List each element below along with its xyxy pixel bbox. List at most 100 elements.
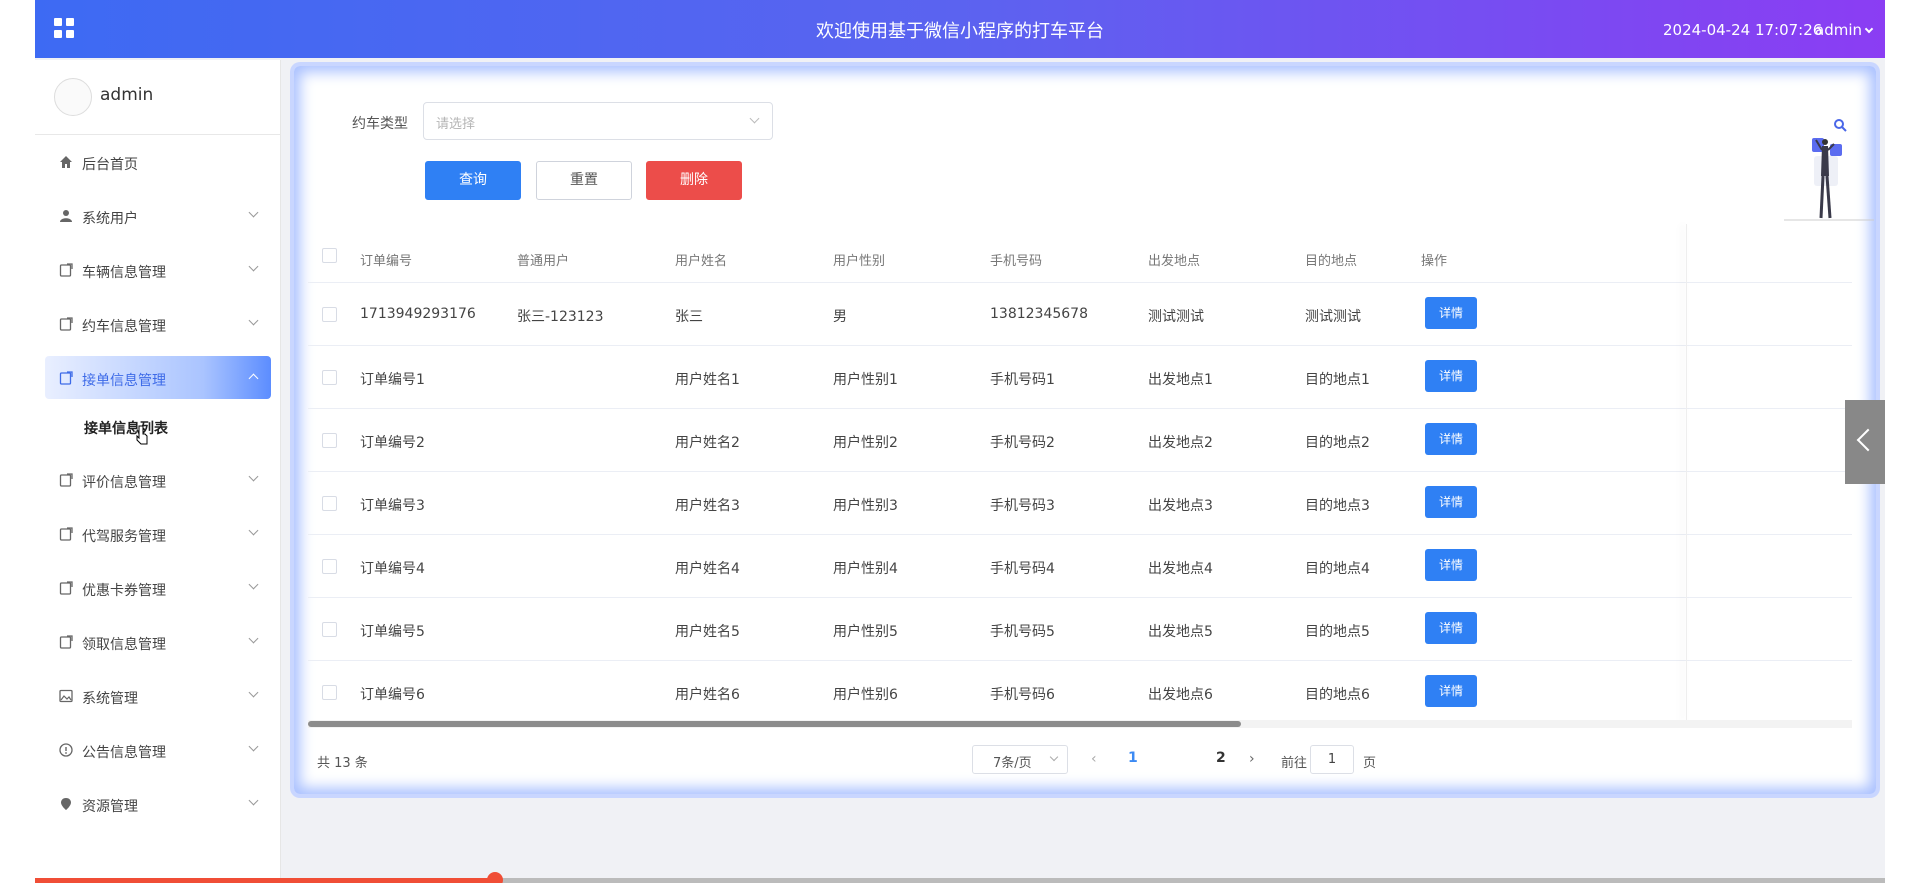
table-cell: 手机号码4 bbox=[990, 561, 1055, 577]
document-icon bbox=[59, 635, 73, 649]
sidebar-item-label: 车辆信息管理 bbox=[82, 265, 166, 281]
table-cell: 目的地点4 bbox=[1305, 561, 1370, 577]
search-illustration-icon bbox=[1784, 119, 1874, 221]
table-cell: 订单编号4 bbox=[360, 561, 425, 577]
image-icon bbox=[59, 689, 73, 703]
query-button[interactable]: 查询 bbox=[425, 161, 521, 200]
main-panel: 约车类型 请选择 查询 重置 删除 订单编号 普通用户 用户姓名 用户性别 手机号码 出发… bbox=[294, 66, 1876, 794]
page-1-button[interactable]: 1 bbox=[1128, 750, 1138, 766]
sidebar-subitem[interactable]: 接单信息列表 bbox=[35, 405, 280, 453]
delete-button[interactable]: 删除 bbox=[646, 161, 742, 200]
progress-handle[interactable] bbox=[487, 872, 503, 883]
table-cell: 用户性别4 bbox=[833, 561, 898, 577]
fixed-column-divider bbox=[1686, 224, 1687, 724]
table-cell: 订单编号6 bbox=[360, 687, 425, 703]
table-cell: 用户姓名6 bbox=[675, 687, 740, 703]
table-cell: 用户姓名3 bbox=[675, 498, 740, 514]
sidebar-item[interactable]: 评价信息管理 bbox=[35, 453, 280, 507]
reset-button[interactable]: 重置 bbox=[536, 161, 632, 200]
column-header: 用户性别 bbox=[833, 254, 886, 269]
progress-fill bbox=[35, 878, 495, 883]
sidebar-item-label: 接单信息管理 bbox=[82, 373, 166, 389]
page-size-select[interactable]: 7条/页 bbox=[972, 745, 1068, 774]
table-cell: 出发地点1 bbox=[1148, 372, 1213, 388]
row-checkbox[interactable] bbox=[322, 685, 337, 700]
table-cell: 用户性别3 bbox=[833, 498, 898, 514]
sidebar-item[interactable]: 接单信息管理 bbox=[35, 351, 280, 405]
table-cell: 订单编号5 bbox=[360, 624, 425, 640]
table-cell: 13812345678 bbox=[990, 306, 1088, 322]
detail-button[interactable]: 详情 bbox=[1425, 423, 1477, 455]
user-menu[interactable]: admin bbox=[1815, 21, 1874, 39]
detail-button[interactable]: 详情 bbox=[1425, 549, 1477, 581]
row-checkbox[interactable] bbox=[322, 559, 337, 574]
user-icon bbox=[59, 209, 73, 223]
table-cell: 手机号码2 bbox=[990, 435, 1055, 451]
chevron-left-icon bbox=[1856, 428, 1880, 452]
filter-label: 约车类型 bbox=[352, 116, 408, 132]
detail-button[interactable]: 详情 bbox=[1425, 486, 1477, 518]
sidebar-item[interactable]: 后台首页 bbox=[35, 135, 280, 189]
detail-button[interactable]: 详情 bbox=[1425, 675, 1477, 707]
table-cell: 目的地点1 bbox=[1305, 372, 1370, 388]
document-icon bbox=[59, 263, 73, 277]
row-checkbox[interactable] bbox=[322, 496, 337, 511]
sidebar-item[interactable]: 系统用户 bbox=[35, 189, 280, 243]
detail-button[interactable]: 详情 bbox=[1425, 612, 1477, 644]
table-row: 1713949293176 张三-123123 张三 男 13812345678 测试测试… bbox=[308, 283, 1852, 346]
sidebar-item[interactable]: 系统管理 bbox=[35, 669, 280, 723]
page-2-button[interactable]: 2 bbox=[1216, 750, 1226, 766]
table-cell: 目的地点2 bbox=[1305, 435, 1370, 451]
detail-button[interactable]: 详情 bbox=[1425, 297, 1477, 329]
table-cell: 订单编号2 bbox=[360, 435, 425, 451]
column-header: 操作 bbox=[1421, 254, 1448, 269]
sidebar-item[interactable]: 车辆信息管理 bbox=[35, 243, 280, 297]
prev-page-button[interactable]: ‹ bbox=[1091, 751, 1097, 767]
goto-suffix: 页 bbox=[1363, 756, 1377, 771]
table-cell: 手机号码5 bbox=[990, 624, 1055, 640]
table-cell: 张三-123123 bbox=[517, 309, 604, 325]
ride-type-select[interactable]: 请选择 bbox=[423, 102, 773, 140]
current-datetime: 2024-04-24 17:07:26 bbox=[1663, 21, 1823, 39]
table-cell: 出发地点4 bbox=[1148, 561, 1213, 577]
info-icon bbox=[59, 743, 73, 757]
sidebar-item[interactable]: 优惠卡券管理 bbox=[35, 561, 280, 615]
avatar bbox=[54, 78, 92, 116]
column-header: 目的地点 bbox=[1305, 254, 1358, 269]
table-row: 订单编号1 用户姓名1 用户性别1 手机号码1 出发地点1 目的地点1 详情 bbox=[308, 346, 1852, 409]
mouse-cursor-icon bbox=[136, 425, 148, 445]
table-cell: 用户姓名1 bbox=[675, 372, 740, 388]
table-cell: 目的地点3 bbox=[1305, 498, 1370, 514]
row-checkbox[interactable] bbox=[322, 433, 337, 448]
column-header: 普通用户 bbox=[517, 254, 570, 269]
chevron-down-icon bbox=[248, 633, 259, 644]
table-cell: 用户姓名4 bbox=[675, 561, 740, 577]
detail-button[interactable]: 详情 bbox=[1425, 360, 1477, 392]
app-title: 欢迎使用基于微信小程序的打车平台 bbox=[816, 21, 1104, 42]
document-icon bbox=[59, 317, 73, 331]
row-checkbox[interactable] bbox=[322, 622, 337, 637]
row-checkbox[interactable] bbox=[322, 370, 337, 385]
chevron-down-icon bbox=[248, 315, 259, 326]
row-checkbox[interactable] bbox=[322, 307, 337, 322]
scrollbar-thumb[interactable] bbox=[308, 721, 1241, 727]
sidebar-item-label: 系统用户 bbox=[82, 211, 138, 227]
horizontal-scrollbar[interactable] bbox=[308, 720, 1852, 728]
table-row: 订单编号4 用户姓名4 用户性别4 手机号码4 出发地点4 目的地点4 详情 bbox=[308, 535, 1852, 598]
bottom-progress-bar bbox=[35, 872, 1885, 883]
sidebar-item-label: 代驾服务管理 bbox=[82, 529, 166, 545]
sidebar-item[interactable]: 领取信息管理 bbox=[35, 615, 280, 669]
sidebar-item[interactable]: 约车信息管理 bbox=[35, 297, 280, 351]
chevron-down-icon bbox=[248, 579, 259, 590]
sidebar-item[interactable]: 资源管理 bbox=[35, 777, 280, 831]
sidebar-item[interactable]: 代驾服务管理 bbox=[35, 507, 280, 561]
chevron-down-icon bbox=[1864, 24, 1874, 34]
side-panel-toggle[interactable] bbox=[1845, 400, 1885, 484]
select-all-checkbox[interactable] bbox=[322, 248, 337, 263]
goto-page-input[interactable]: 1 bbox=[1310, 745, 1354, 774]
next-page-button[interactable]: › bbox=[1249, 751, 1255, 767]
user-name: admin bbox=[1815, 21, 1862, 39]
table-cell: 用户姓名2 bbox=[675, 435, 740, 451]
sidebar-item[interactable]: 公告信息管理 bbox=[35, 723, 280, 777]
column-header: 出发地点 bbox=[1148, 254, 1201, 269]
